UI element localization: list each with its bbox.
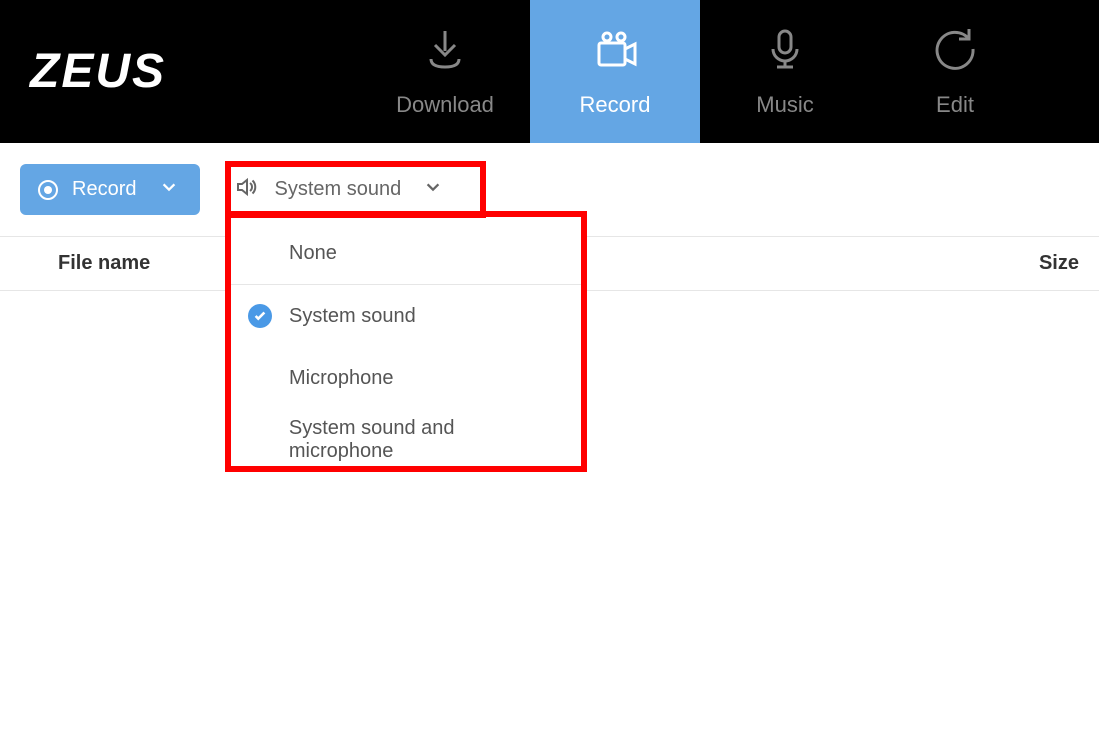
column-size[interactable]: Size [1019,252,1079,275]
tab-music[interactable]: Music [700,0,870,143]
option-label: Microphone [289,367,394,390]
sound-dropdown-menu: None System sound Microphone System soun… [231,217,581,477]
sound-option-none[interactable]: None [231,223,581,285]
sound-dropdown-button[interactable]: System sound [216,164,464,215]
tab-edit[interactable]: Edit [870,0,1040,143]
sound-option-system-and-mic[interactable]: System sound and microphone [231,409,581,471]
tab-label: Music [756,92,813,118]
option-label: None [289,242,337,265]
tab-label: Edit [936,92,974,118]
record-button-label: Record [72,178,136,201]
app-logo: ZEUS [0,44,360,99]
record-button[interactable]: Record [20,164,200,215]
sound-option-microphone[interactable]: Microphone [231,347,581,409]
download-icon [421,25,469,78]
check-icon [248,304,272,328]
tab-label: Record [580,92,651,118]
option-label: System sound and microphone [289,417,563,463]
sound-dropdown-area: System sound [216,164,464,215]
record-camera-icon [591,25,639,78]
tab-download[interactable]: Download [360,0,530,143]
app-header: ZEUS Download Record [0,0,1099,143]
record-dot-icon [38,180,58,200]
chevron-down-icon [424,178,442,202]
main-tabs: Download Record Music [360,0,1040,143]
sound-dropdown-label: System sound [274,178,401,201]
chevron-down-icon [160,178,178,202]
speaker-icon [234,175,258,205]
tab-label: Download [396,92,494,118]
sound-option-system-sound[interactable]: System sound [231,285,581,347]
tab-record[interactable]: Record [530,0,700,143]
option-label: System sound [289,305,416,328]
refresh-icon [931,25,979,78]
microphone-icon [761,25,809,78]
check-slot [247,304,273,328]
